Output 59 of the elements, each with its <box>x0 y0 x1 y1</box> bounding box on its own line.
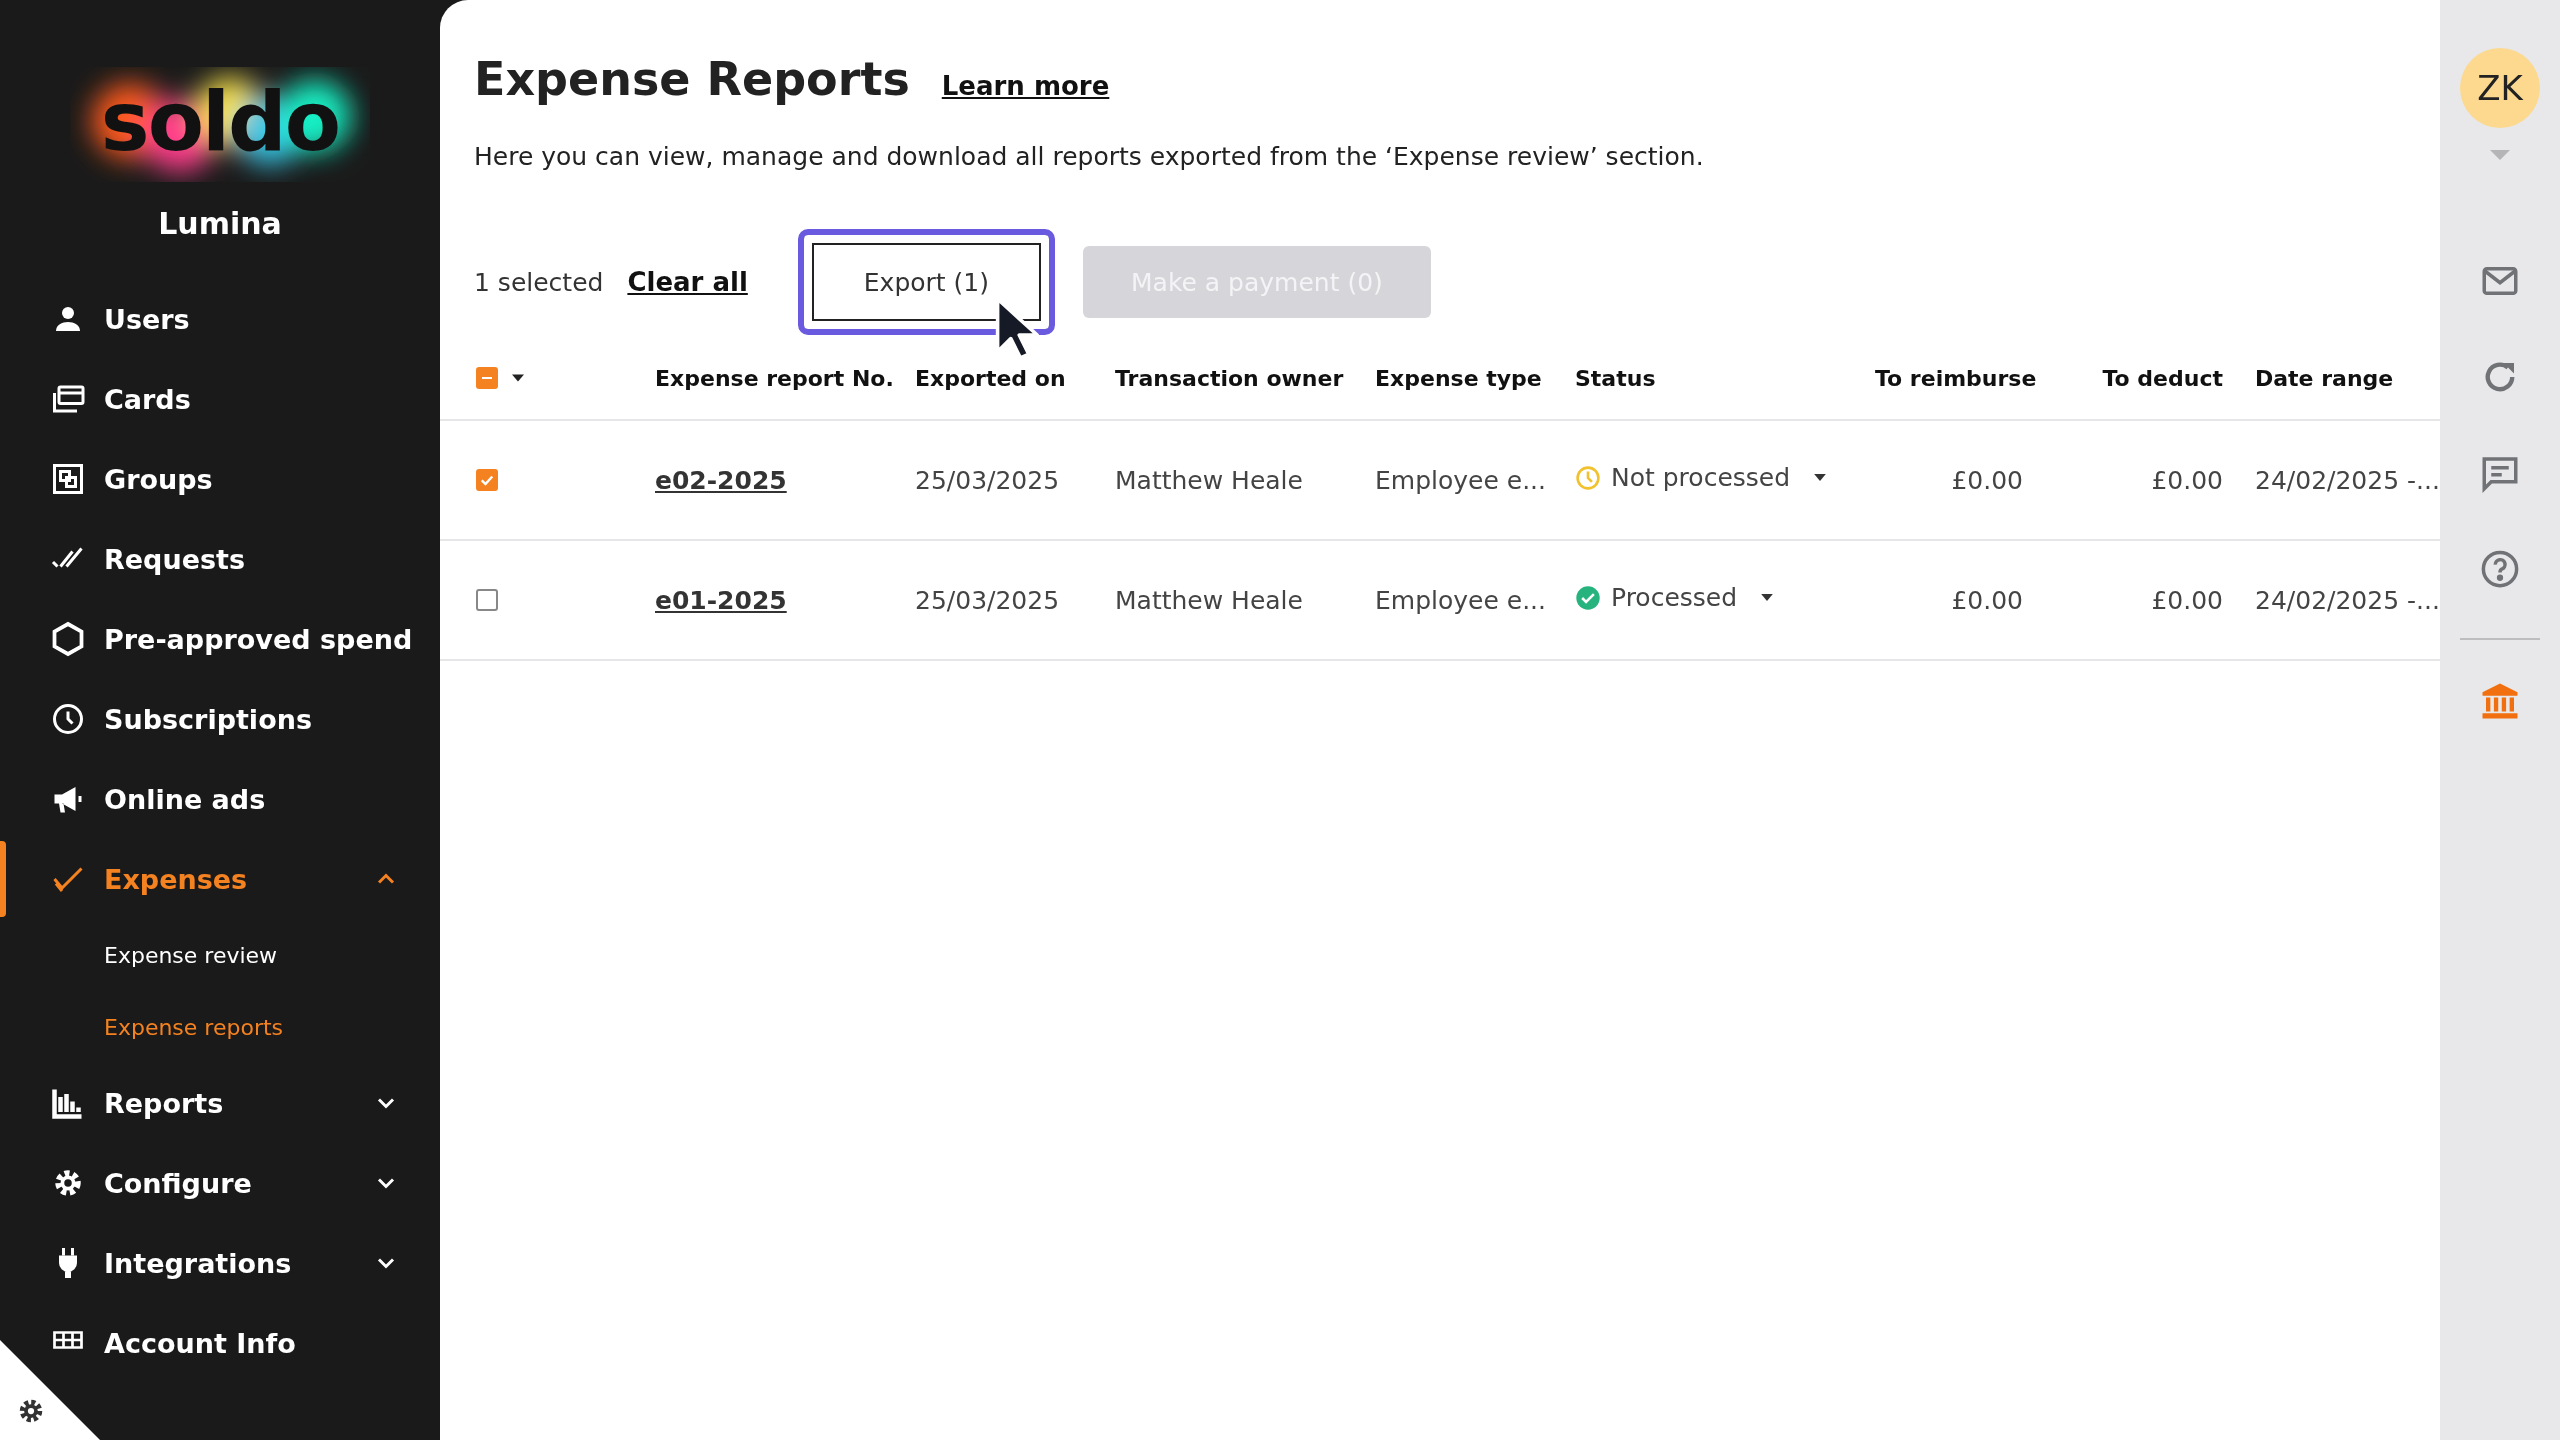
nav-item[interactable]: Groups <box>0 439 440 519</box>
column-header: Date range <box>2255 365 2395 391</box>
nav-item[interactable]: Subscriptions <box>0 679 440 759</box>
table-cell-text: £0.00 <box>1950 585 2024 615</box>
hexagon-icon <box>50 621 86 657</box>
status-dropdown[interactable]: Processed <box>1575 583 1774 613</box>
nav-item[interactable]: Expenses <box>0 839 440 919</box>
caret-icon <box>1761 594 1774 602</box>
table-cell-text: £0.00 <box>1950 465 2024 495</box>
company-name: Lumina <box>157 206 283 241</box>
nav-item[interactable]: Users <box>0 279 440 359</box>
caret-icon[interactable] <box>512 374 524 382</box>
submenu-item[interactable]: Expense review <box>0 919 440 991</box>
export-button[interactable]: Export (1) <box>797 229 1055 335</box>
table-cell: 24/02/2025 -... <box>2255 465 2440 495</box>
select-all-checkbox[interactable] <box>476 367 498 389</box>
help-icon[interactable] <box>2479 548 2521 590</box>
nav-item[interactable]: Pre-approved spend <box>0 599 440 679</box>
nav-item[interactable]: Requests <box>0 519 440 599</box>
page-description: Here you can view, manage and download all reports exported from the ‘Expense review’ section. <box>474 142 1705 171</box>
user-avatar[interactable]: ZK <box>2460 48 2540 128</box>
nav-item[interactable]: Configure <box>0 1143 440 1223</box>
nav-item[interactable]: Cards <box>0 359 440 439</box>
selection-count: 1 selected <box>474 267 604 297</box>
check-circle-icon <box>1575 584 1601 611</box>
status-dropdown[interactable]: Not processed <box>1575 463 1827 493</box>
caret-icon <box>1814 474 1827 482</box>
column-header: Expense report No. <box>655 365 895 391</box>
table-cell-text: £0.00 <box>2150 585 2224 615</box>
clear-all-link[interactable]: Clear all <box>627 267 748 297</box>
table-cell-text: Employee e... <box>1375 585 1547 615</box>
report-link[interactable]: e02-2025 <box>655 465 787 495</box>
clock-icon <box>50 701 86 737</box>
column-header: Expense type <box>1375 365 1543 391</box>
column-header: Transaction owner <box>1115 365 1345 391</box>
groups-icon <box>50 461 86 497</box>
report-link[interactable]: e01-2025 <box>655 585 787 615</box>
column-header: Status <box>1575 365 1657 391</box>
table-cell-text: £0.00 <box>2150 465 2224 495</box>
table-cell-text: Employee e... <box>1375 465 1547 495</box>
column-header: Exported on <box>915 365 1067 391</box>
table-cell-text: 25/03/2025 <box>915 465 1061 495</box>
submenu-item[interactable]: Expense reports <box>0 991 440 1063</box>
table-cell-text: Matthew Heale <box>1115 585 1304 615</box>
row-checkbox[interactable] <box>476 589 498 611</box>
nav-item[interactable]: Integrations <box>0 1223 440 1303</box>
page-title: Expense Reports <box>474 52 910 106</box>
nav-item[interactable]: Online ads <box>0 759 440 839</box>
learn-more-link[interactable]: Learn more <box>941 71 1110 101</box>
nav-item[interactable]: Account Info <box>0 1303 440 1383</box>
table-cell: 24/02/2025 -... <box>2255 585 2440 615</box>
logo: soldo <box>70 56 370 186</box>
row-checkbox[interactable] <box>476 469 498 491</box>
table-cell-text: Matthew Heale <box>1115 465 1304 495</box>
clock-icon <box>1575 464 1601 491</box>
table-cell-text: 25/03/2025 <box>915 585 1061 615</box>
nav-item[interactable]: Reports <box>0 1063 440 1143</box>
column-header: To reimburse <box>1875 365 2038 391</box>
column-header: To deduct <box>2101 365 2224 391</box>
